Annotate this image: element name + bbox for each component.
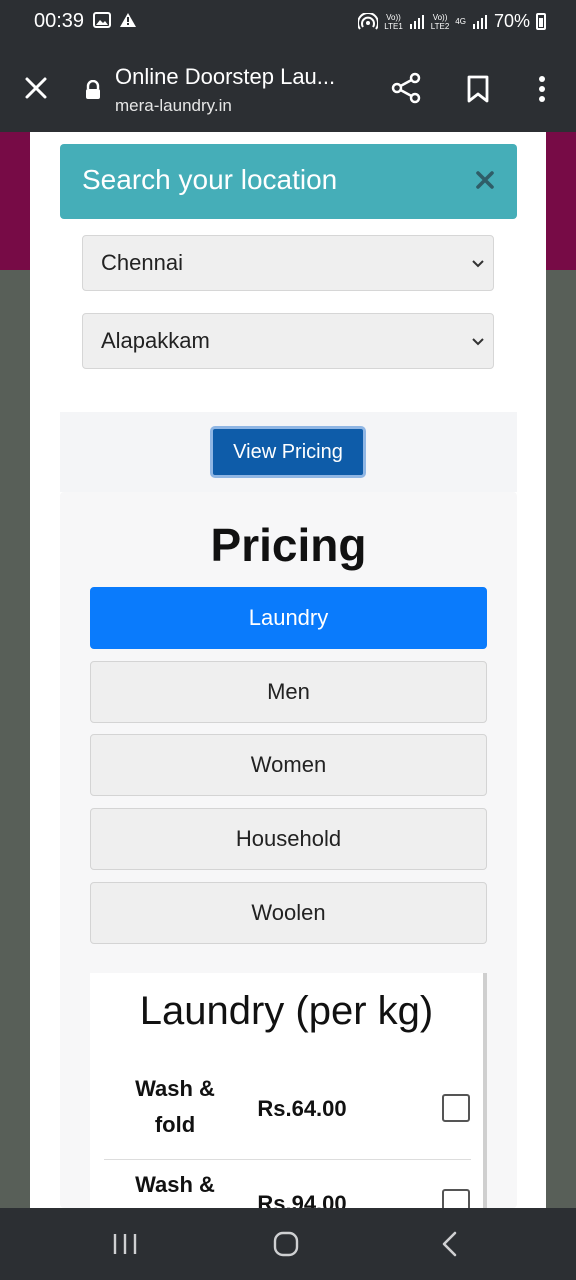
bookmark-icon[interactable]: [464, 74, 492, 104]
item-price: Rs.64.00: [257, 1096, 347, 1121]
location-modal: Search your location Chennai Alapakkam V…: [30, 132, 546, 1208]
laundry-price-panel: Laundry (per kg) Wash & fold Rs.64.00 Wa…: [90, 973, 487, 1208]
sim2-label: Vo)) LTE2: [431, 13, 450, 31]
share-icon[interactable]: [390, 72, 422, 104]
more-options-icon[interactable]: [532, 74, 552, 104]
chevron-down-icon: [472, 260, 484, 268]
item-checkbox[interactable]: [442, 1189, 470, 1208]
area-select-value: Alapakkam: [101, 328, 210, 353]
city-select[interactable]: Chennai: [82, 235, 494, 291]
pricing-title: Pricing: [210, 519, 367, 571]
item-price: Rs.94.00: [257, 1191, 347, 1208]
item-name: Wash & fold: [135, 1076, 215, 1137]
status-right-icons: Vo)) LTE1 Vo)) LTE2 4G 70%: [358, 11, 546, 32]
view-pricing-strip: View Pricing: [60, 412, 517, 492]
category-tab-men[interactable]: Men: [90, 661, 487, 723]
close-icon[interactable]: [22, 74, 50, 102]
browser-toolbar: Online Doorstep Lau... mera-laundry.in: [0, 46, 576, 132]
system-navigation-bar: [0, 1208, 576, 1280]
area-select[interactable]: Alapakkam: [82, 313, 494, 369]
signal-icon: [409, 14, 424, 29]
chevron-down-icon: [472, 338, 484, 346]
hotspot-icon: [358, 12, 379, 30]
location-title: Search your location: [82, 164, 338, 195]
home-icon[interactable]: [272, 1230, 300, 1258]
signal-icon: [472, 14, 487, 29]
location-header: Search your location: [60, 144, 517, 219]
page-content: Search your location Chennai Alapakkam V…: [0, 132, 576, 1208]
category-tab-household[interactable]: Household: [90, 808, 487, 870]
battery-icon: [536, 13, 546, 30]
recent-apps-icon[interactable]: [112, 1232, 138, 1256]
sim1-label-bottom: LTE1: [384, 21, 403, 31]
item-checkbox[interactable]: [442, 1094, 470, 1122]
pricing-section: Pricing Laundry Men Women Household Wool…: [60, 492, 517, 1208]
status-time: 00:39: [34, 10, 85, 32]
gallery-icon: [93, 12, 111, 28]
city-select-value: Chennai: [101, 250, 183, 275]
page-title[interactable]: Online Doorstep Lau...: [115, 64, 335, 90]
battery-percent: 70%: [493, 11, 530, 31]
view-pricing-button[interactable]: View Pricing: [210, 426, 366, 478]
close-icon[interactable]: [473, 168, 497, 192]
row-divider: [104, 1159, 471, 1160]
sim1-label-top: Vo)): [386, 12, 401, 22]
page-url[interactable]: mera-laundry.in: [115, 96, 232, 116]
back-icon[interactable]: [440, 1230, 458, 1258]
category-tab-women[interactable]: Women: [90, 734, 487, 796]
sim1-label: Vo)) LTE1: [384, 13, 403, 31]
lock-icon: [86, 80, 100, 99]
sim2-label-top: Vo)): [432, 12, 448, 22]
laundry-section-title: Laundry (per kg): [139, 989, 434, 1033]
network-label: 4G: [455, 17, 466, 26]
category-tab-laundry[interactable]: Laundry: [90, 587, 487, 649]
sim2-label-bottom: LTE2: [430, 21, 450, 31]
status-bar: 00:39 Vo)) LTE1 Vo)) LTE2 4G 70%: [0, 0, 576, 46]
status-notification-icons: [93, 12, 137, 28]
warning-icon: [120, 13, 136, 27]
item-name: Wash &: [135, 1172, 215, 1197]
category-tab-woolen[interactable]: Woolen: [90, 882, 487, 944]
